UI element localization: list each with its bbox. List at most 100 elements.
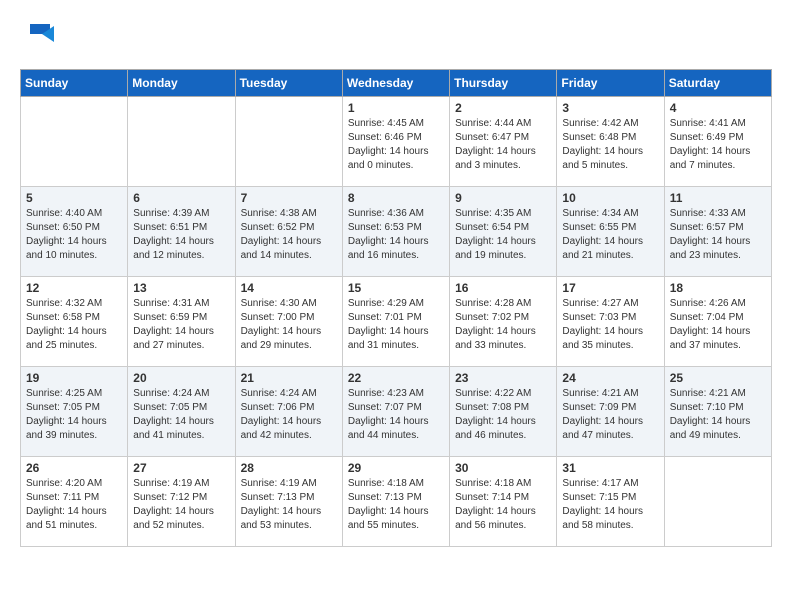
day-info: Sunrise: 4:18 AMSunset: 7:13 PMDaylight:… [348, 477, 444, 533]
day-info: Sunrise: 4:17 AMSunset: 7:15 PMDaylight:… [562, 477, 658, 533]
calendar-cell: 1 Sunrise: 4:45 AMSunset: 6:46 PMDaylight… [342, 97, 449, 187]
calendar-cell: 2Sunrise: 4:44 AMSunset: 6:47 PMDaylight… [450, 97, 557, 187]
day-number: 12 [26, 281, 122, 295]
calendar-cell: 27Sunrise: 4:19 AMSunset: 7:12 PMDayligh… [128, 457, 235, 547]
day-number: 18 [670, 281, 766, 295]
calendar-cell: 14 Sunrise: 4:30 AMSunset: 7:00 PMDayligh… [235, 277, 342, 367]
calendar-cell: 17 Sunrise: 4:27 AMSunset: 7:03 PMDayligh… [557, 277, 664, 367]
day-number: 26 [26, 461, 122, 475]
logo-icon [22, 20, 54, 48]
calendar-cell: 4Sunrise: 4:41 AMSunset: 6:49 PMDaylight… [664, 97, 771, 187]
day-info: Sunrise: 4:42 AMSunset: 6:48 PMDaylight:… [562, 117, 658, 173]
day-number: 10 [562, 191, 658, 205]
calendar-cell [235, 97, 342, 187]
day-number: 31 [562, 461, 658, 475]
page-header [20, 20, 772, 53]
day-info: Sunrise: 4:36 AMSunset: 6:53 PMDaylight:… [348, 207, 444, 263]
day-number: 11 [670, 191, 766, 205]
calendar-cell [21, 97, 128, 187]
calendar-cell: 21 Sunrise: 4:24 AMSunset: 7:06 PMDayligh… [235, 367, 342, 457]
day-number: 8 [348, 191, 444, 205]
calendar-cell: 31 Sunrise: 4:17 AMSunset: 7:15 PMDayligh… [557, 457, 664, 547]
calendar-cell: 16 Sunrise: 4:28 AMSunset: 7:02 PMDayligh… [450, 277, 557, 367]
day-info: Sunrise: 4:19 AMSunset: 7:13 PMDaylight:… [241, 477, 337, 533]
calendar-table: SundayMondayTuesdayWednesdayThursdayFrid… [20, 69, 772, 547]
calendar-cell: 5 Sunrise: 4:40 AMSunset: 6:50 PMDaylight… [21, 187, 128, 277]
day-info: Sunrise: 4:20 AMSunset: 7:11 PMDaylight:… [26, 477, 122, 533]
day-info: Sunrise: 4:26 AMSunset: 7:04 PMDaylight:… [670, 297, 766, 353]
day-info: Sunrise: 4:34 AMSunset: 6:55 PMDaylight:… [562, 207, 658, 263]
day-number: 21 [241, 371, 337, 385]
day-number: 6 [133, 191, 229, 205]
day-number: 2 [455, 101, 551, 115]
day-info: Sunrise: 4:30 AMSunset: 7:00 PMDaylight:… [241, 297, 337, 353]
calendar-cell: 19 Sunrise: 4:25 AMSunset: 7:05 PMDayligh… [21, 367, 128, 457]
day-number: 28 [241, 461, 337, 475]
day-info: Sunrise: 4:33 AMSunset: 6:57 PMDaylight:… [670, 207, 766, 263]
day-info: Sunrise: 4:27 AMSunset: 7:03 PMDaylight:… [562, 297, 658, 353]
day-info: Sunrise: 4:45 AMSunset: 6:46 PMDaylight:… [348, 117, 444, 173]
calendar-cell: 6 Sunrise: 4:39 AMSunset: 6:51 PMDaylight… [128, 187, 235, 277]
day-info: Sunrise: 4:25 AMSunset: 7:05 PMDaylight:… [26, 387, 122, 443]
calendar-cell: 26 Sunrise: 4:20 AMSunset: 7:11 PMDayligh… [21, 457, 128, 547]
weekday-header-monday: Monday [128, 70, 235, 97]
day-info: Sunrise: 4:38 AMSunset: 6:52 PMDaylight:… [241, 207, 337, 263]
logo [20, 20, 54, 53]
day-info: Sunrise: 4:32 AMSunset: 6:58 PMDaylight:… [26, 297, 122, 353]
calendar-cell [664, 457, 771, 547]
day-number: 22 [348, 371, 444, 385]
day-info: Sunrise: 4:24 AMSunset: 7:05 PMDaylight:… [133, 387, 229, 443]
day-number: 5 [26, 191, 122, 205]
calendar-cell: 23 Sunrise: 4:22 AMSunset: 7:08 PMDayligh… [450, 367, 557, 457]
day-number: 29 [348, 461, 444, 475]
day-info: Sunrise: 4:21 AMSunset: 7:09 PMDaylight:… [562, 387, 658, 443]
day-info: Sunrise: 4:24 AMSunset: 7:06 PMDaylight:… [241, 387, 337, 443]
day-info: Sunrise: 4:41 AMSunset: 6:49 PMDaylight:… [670, 117, 766, 173]
weekday-header-friday: Friday [557, 70, 664, 97]
day-info: Sunrise: 4:22 AMSunset: 7:08 PMDaylight:… [455, 387, 551, 443]
calendar-cell: 11 Sunrise: 4:33 AMSunset: 6:57 PMDayligh… [664, 187, 771, 277]
calendar-cell: 28 Sunrise: 4:19 AMSunset: 7:13 PMDayligh… [235, 457, 342, 547]
weekday-header-tuesday: Tuesday [235, 70, 342, 97]
day-number: 20 [133, 371, 229, 385]
day-number: 14 [241, 281, 337, 295]
day-number: 19 [26, 371, 122, 385]
day-number: 23 [455, 371, 551, 385]
calendar-cell: 7 Sunrise: 4:38 AMSunset: 6:52 PMDaylight… [235, 187, 342, 277]
day-info: Sunrise: 4:31 AMSunset: 6:59 PMDaylight:… [133, 297, 229, 353]
day-number: 9 [455, 191, 551, 205]
calendar-cell: 24 Sunrise: 4:21 AMSunset: 7:09 PMDayligh… [557, 367, 664, 457]
day-number: 24 [562, 371, 658, 385]
day-number: 15 [348, 281, 444, 295]
calendar-cell: 12 Sunrise: 4:32 AMSunset: 6:58 PMDayligh… [21, 277, 128, 367]
day-number: 27 [133, 461, 229, 475]
calendar-cell: 13 Sunrise: 4:31 AMSunset: 6:59 PMDayligh… [128, 277, 235, 367]
day-info: Sunrise: 4:28 AMSunset: 7:02 PMDaylight:… [455, 297, 551, 353]
day-number: 7 [241, 191, 337, 205]
day-number: 3 [562, 101, 658, 115]
calendar-cell [128, 97, 235, 187]
weekday-header-wednesday: Wednesday [342, 70, 449, 97]
calendar-cell: 3 Sunrise: 4:42 AMSunset: 6:48 PMDaylight… [557, 97, 664, 187]
calendar-cell: 15 Sunrise: 4:29 AMSunset: 7:01 PMDayligh… [342, 277, 449, 367]
day-number: 13 [133, 281, 229, 295]
day-info: Sunrise: 4:29 AMSunset: 7:01 PMDaylight:… [348, 297, 444, 353]
day-info: Sunrise: 4:39 AMSunset: 6:51 PMDaylight:… [133, 207, 229, 263]
day-info: Sunrise: 4:18 AMSunset: 7:14 PMDaylight:… [455, 477, 551, 533]
day-number: 1 [348, 101, 444, 115]
day-info: Sunrise: 4:40 AMSunset: 6:50 PMDaylight:… [26, 207, 122, 263]
day-info: Sunrise: 4:23 AMSunset: 7:07 PMDaylight:… [348, 387, 444, 443]
calendar-cell: 8 Sunrise: 4:36 AMSunset: 6:53 PMDaylight… [342, 187, 449, 277]
calendar-cell: 10 Sunrise: 4:34 AMSunset: 6:55 PMDayligh… [557, 187, 664, 277]
weekday-header-sunday: Sunday [21, 70, 128, 97]
calendar-cell: 30Sunrise: 4:18 AMSunset: 7:14 PMDayligh… [450, 457, 557, 547]
weekday-header-saturday: Saturday [664, 70, 771, 97]
calendar-cell: 22 Sunrise: 4:23 AMSunset: 7:07 PMDayligh… [342, 367, 449, 457]
day-number: 17 [562, 281, 658, 295]
calendar-cell: 20 Sunrise: 4:24 AMSunset: 7:05 PMDayligh… [128, 367, 235, 457]
day-number: 16 [455, 281, 551, 295]
day-info: Sunrise: 4:21 AMSunset: 7:10 PMDaylight:… [670, 387, 766, 443]
calendar-cell: 25Sunrise: 4:21 AMSunset: 7:10 PMDayligh… [664, 367, 771, 457]
day-info: Sunrise: 4:35 AMSunset: 6:54 PMDaylight:… [455, 207, 551, 263]
calendar-cell: 18 Sunrise: 4:26 AMSunset: 7:04 PMDayligh… [664, 277, 771, 367]
